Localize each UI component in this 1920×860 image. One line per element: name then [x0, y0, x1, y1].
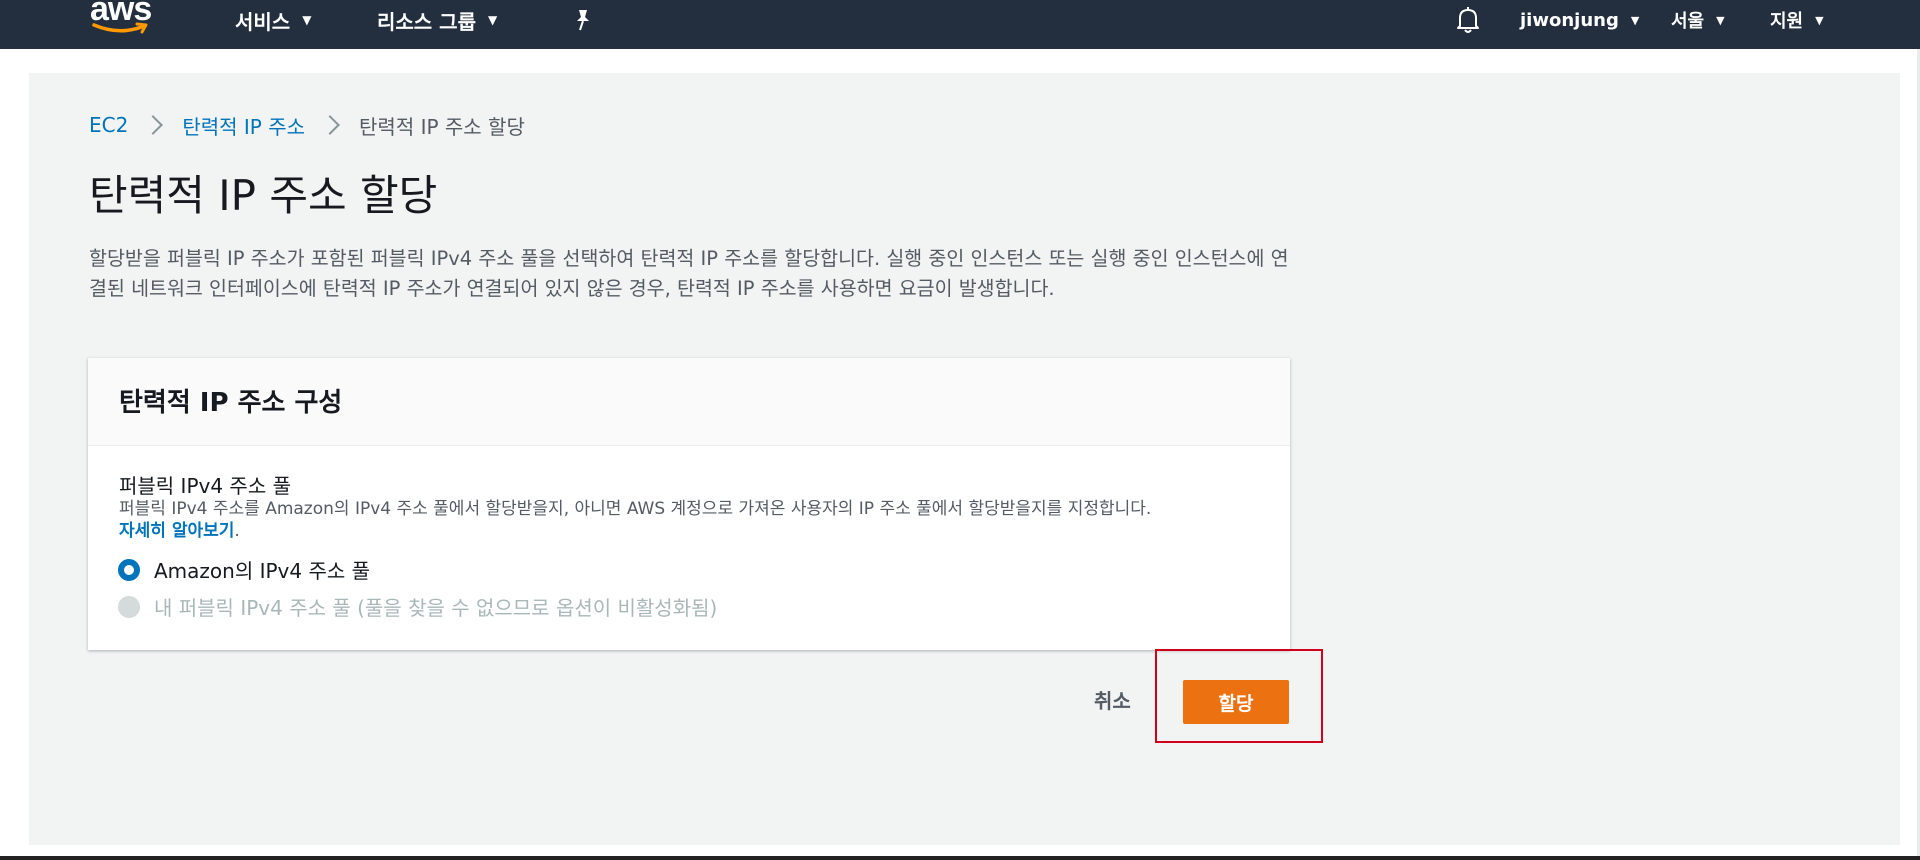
caret-down-icon: ▼	[1630, 13, 1640, 27]
aws-logo[interactable]: aws	[90, 0, 154, 42]
radio-button-disabled	[118, 595, 140, 618]
panel-title: 탄력적 IP 주소 구성	[119, 388, 343, 418]
pin-icon[interactable]	[573, 0, 593, 40]
page-description: 할당받을 퍼블릭 IP 주소가 포함된 퍼블릭 IPv4 주소 풀을 선택하여 …	[89, 247, 1289, 300]
notifications-bell-icon[interactable]	[1455, 0, 1481, 40]
aws-smile-icon	[92, 22, 148, 34]
ipv4-pool-label: 퍼블릭 IPv4 주소 풀	[119, 474, 291, 498]
breadcrumb-ec2[interactable]: EC2	[89, 113, 128, 137]
caret-down-icon: ▼	[302, 13, 312, 27]
breadcrumb: EC2 탄력적 IP 주소 탄력적 IP 주소 할당	[89, 111, 525, 140]
breadcrumb-current: 탄력적 IP 주소 할당	[359, 114, 525, 139]
ipv4-pool-description-text: 퍼블릭 IPv4 주소를 Amazon의 IPv4 주소 풀에서 할당받을지, …	[119, 499, 1152, 519]
caret-down-icon: ▼	[1815, 13, 1824, 27]
region-menu[interactable]: 서울 ▼	[1671, 0, 1725, 40]
bottom-border	[0, 856, 1920, 860]
services-label: 서비스	[235, 9, 291, 34]
region-label: 서울	[1671, 11, 1705, 32]
elastic-ip-config-panel: 탄력적 IP 주소 구성 퍼블릭 IPv4 주소 풀 퍼블릭 IPv4 주소를 …	[88, 358, 1290, 650]
pin-icon-graphic	[577, 10, 589, 31]
radio-amazon-pool-label: Amazon의 IPv4 주소 풀	[154, 559, 371, 583]
caret-down-icon: ▼	[1716, 13, 1725, 27]
learn-more-suffix: .	[234, 521, 240, 541]
breadcrumb-elastic-ips[interactable]: 탄력적 IP 주소	[182, 111, 305, 140]
bell-icon	[1457, 7, 1479, 33]
support-menu[interactable]: 지원 ▼	[1770, 0, 1824, 40]
panel-header: 탄력적 IP 주소 구성	[88, 358, 1290, 446]
learn-more-link[interactable]: 자세히 알아보기	[119, 521, 234, 541]
page-title: 탄력적 IP 주소 할당	[89, 171, 438, 220]
radio-button-checked[interactable]	[118, 558, 140, 581]
services-menu[interactable]: 서비스 ▼	[235, 0, 311, 40]
resource-groups-label: 리소스 그룹	[377, 9, 476, 34]
resource-groups-menu[interactable]: 리소스 그룹 ▼	[377, 0, 497, 40]
user-name: jiwonjung	[1520, 9, 1619, 31]
chevron-right-icon	[146, 112, 164, 138]
user-menu[interactable]: jiwonjung ▼	[1520, 0, 1639, 40]
top-navigation: aws 서비스 ▼ 리소스 그룹 ▼ jiwonjung ▼ 서울 ▼ 지원 ▼	[0, 0, 1920, 49]
caret-down-icon: ▼	[487, 13, 498, 27]
support-label: 지원	[1770, 11, 1804, 32]
radio-my-pool: 내 퍼블릭 IPv4 주소 풀 (풀을 찾을 수 없으므로 옵션이 비활성화됨)	[118, 592, 717, 621]
radio-my-pool-label: 내 퍼블릭 IPv4 주소 풀 (풀을 찾을 수 없으므로 옵션이 비활성화됨)	[154, 596, 718, 620]
ipv4-pool-description: 퍼블릭 IPv4 주소를 Amazon의 IPv4 주소 풀에서 할당받을지, …	[119, 498, 1269, 542]
radio-amazon-pool[interactable]: Amazon의 IPv4 주소 풀	[118, 555, 370, 584]
cancel-button[interactable]: 취소	[1094, 685, 1131, 714]
allocate-button[interactable]: 할당	[1183, 680, 1289, 724]
chevron-right-icon	[323, 112, 341, 138]
